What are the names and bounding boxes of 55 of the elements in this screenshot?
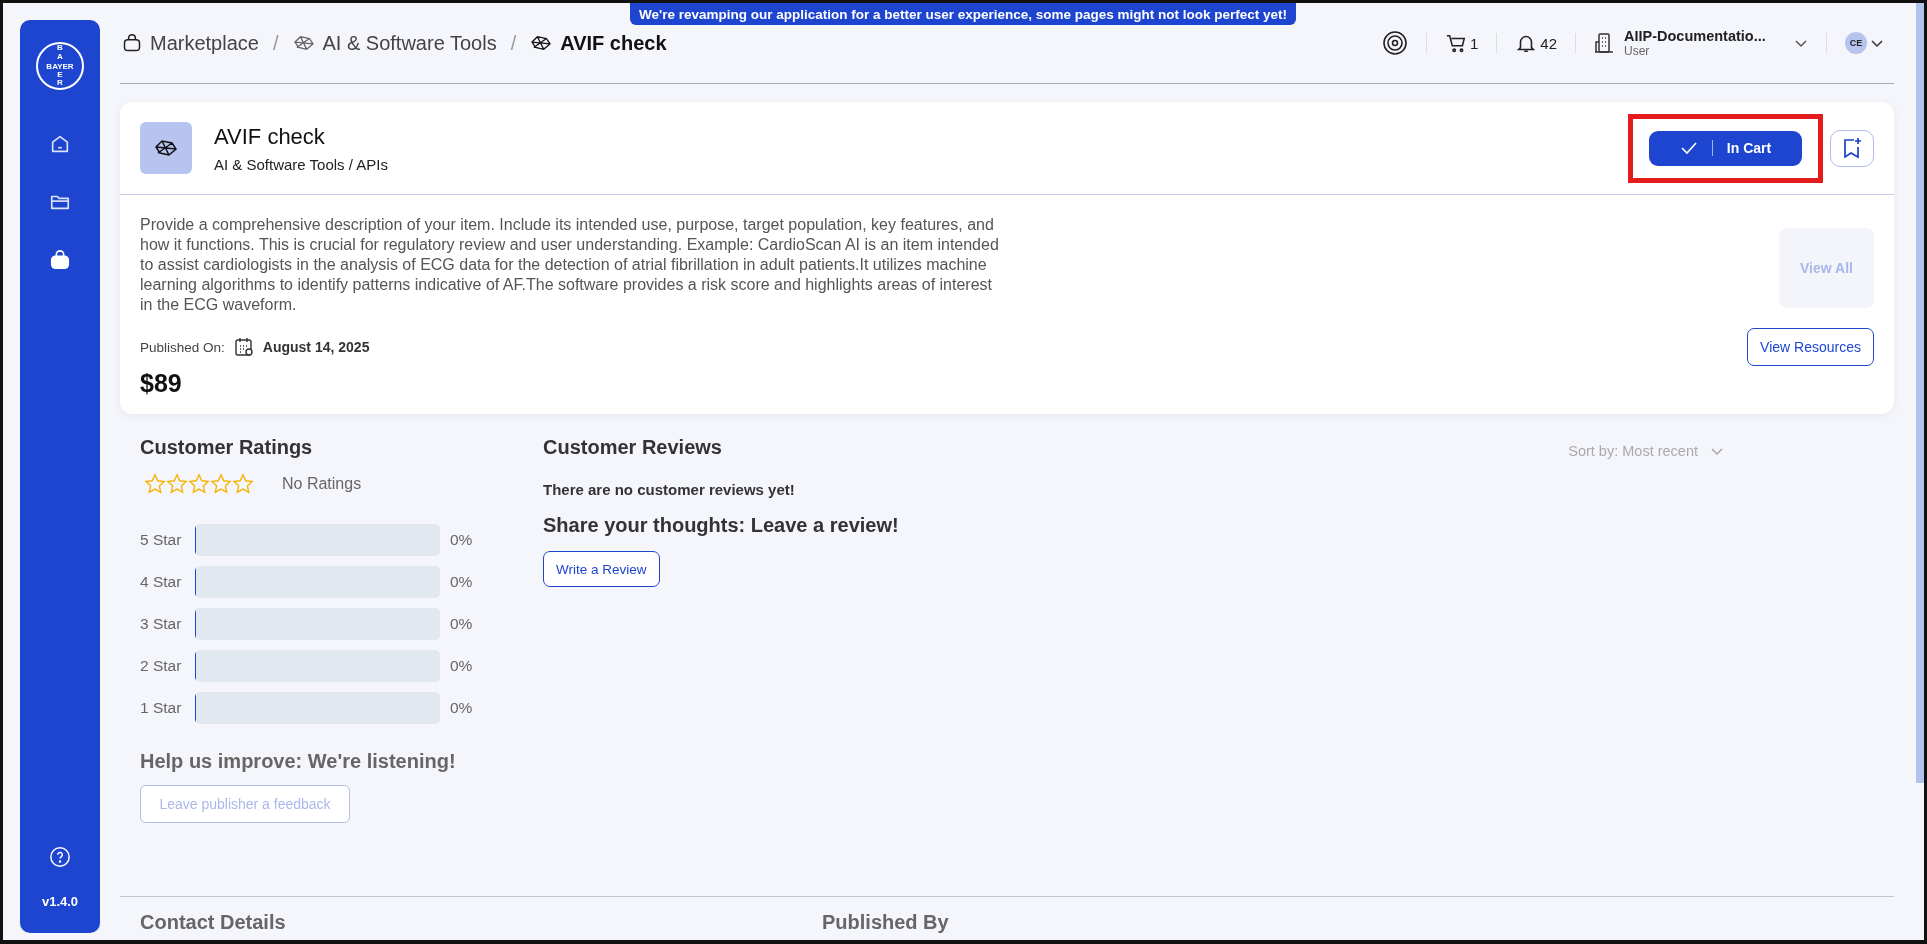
rating-percentage: 0% <box>450 615 473 633</box>
breadcrumb-separator: / <box>272 31 279 55</box>
mesh-icon <box>530 34 553 52</box>
section-heading: Contact Details <box>140 911 287 935</box>
view-resources-button[interactable]: View Resources <box>1747 328 1874 366</box>
home-icon <box>49 133 71 155</box>
mesh-icon <box>292 34 315 52</box>
product-title: AVIF check <box>214 123 326 150</box>
rating-label: 2 Star <box>140 657 183 675</box>
rating-percentage: 0% <box>450 531 473 549</box>
mesh-icon <box>154 138 178 158</box>
bookmark-plus-icon <box>1842 137 1862 159</box>
rating-label: 3 Star <box>140 615 183 633</box>
checkmark-icon <box>1679 141 1698 155</box>
empty-reviews-message: There are no customer reviews yet! <box>543 481 796 498</box>
write-review-button[interactable]: Write a Review <box>543 551 660 587</box>
rating-percentage: 0% <box>450 573 473 591</box>
feedback-heading: Help us improve: We're listening! <box>140 750 457 773</box>
building-icon <box>1594 32 1614 54</box>
rating-label: 4 Star <box>140 573 183 591</box>
section-heading: Customer Reviews <box>543 436 722 459</box>
user-avatar[interactable]: CE <box>1845 32 1867 54</box>
chevron-down-icon[interactable] <box>1870 38 1884 48</box>
breadcrumb-link[interactable]: AI & Software Tools <box>322 31 497 55</box>
scrollbar[interactable] <box>1916 3 1924 783</box>
breadcrumb-link[interactable]: Marketplace <box>150 31 259 55</box>
cart-icon[interactable] <box>1444 32 1467 54</box>
user-role: User <box>1624 44 1651 58</box>
chevron-down-icon[interactable] <box>1794 38 1808 48</box>
published-label: Published On: <box>140 339 225 355</box>
bag-icon <box>49 249 71 271</box>
product-price: $89 <box>140 369 183 398</box>
product-description: Provide a comprehensive description of your item. Include its intended use, purpose, target population, key features, and how it functions. This is crucial for regulatory review and user understanding. Example: CardioScan AI is an item intended to assist cardiologists in the analysis of ECG data for the detection of atrial fibrillation in adult patients.It utilizes machine learning algorithms to identify patterns indicative of AF.The software provides a risk score and highlights areas of interest in the ECG waveform. <box>140 215 1000 315</box>
breadcrumb-separator: / <box>510 31 517 55</box>
section-heading: Customer Ratings <box>140 436 314 459</box>
rating-percentage: 0% <box>450 699 473 717</box>
version-label: v1.4.0 <box>41 894 79 909</box>
announcement-banner: We're revamping our application for a better user experience, some pages might not look perfect yet! <box>630 3 1296 25</box>
calendar-icon <box>233 337 254 357</box>
in-cart-button[interactable]: In Cart <box>1649 130 1802 166</box>
published-date: August 14, 2025 <box>262 339 370 355</box>
product-category: AI & Software Tools / APIs <box>214 155 388 173</box>
help-icon[interactable] <box>49 846 71 868</box>
rating-label: 5 Star <box>140 531 183 549</box>
bookmark-button[interactable] <box>1830 129 1874 167</box>
rating-summary: No Ratings <box>282 474 362 493</box>
bag-icon <box>122 33 142 53</box>
logo: BA BAYER ER <box>36 42 84 90</box>
rating-percentage: 0% <box>450 657 473 675</box>
notification-count: 42 <box>1540 34 1557 52</box>
rating-label: 1 Star <box>140 699 183 717</box>
organization-name[interactable]: AIIP-Documentatio... <box>1624 28 1784 44</box>
review-prompt: Share your thoughts: Leave a review! <box>543 514 900 537</box>
section-heading: Published By <box>822 911 950 935</box>
cart-count: 1 <box>1469 34 1479 52</box>
